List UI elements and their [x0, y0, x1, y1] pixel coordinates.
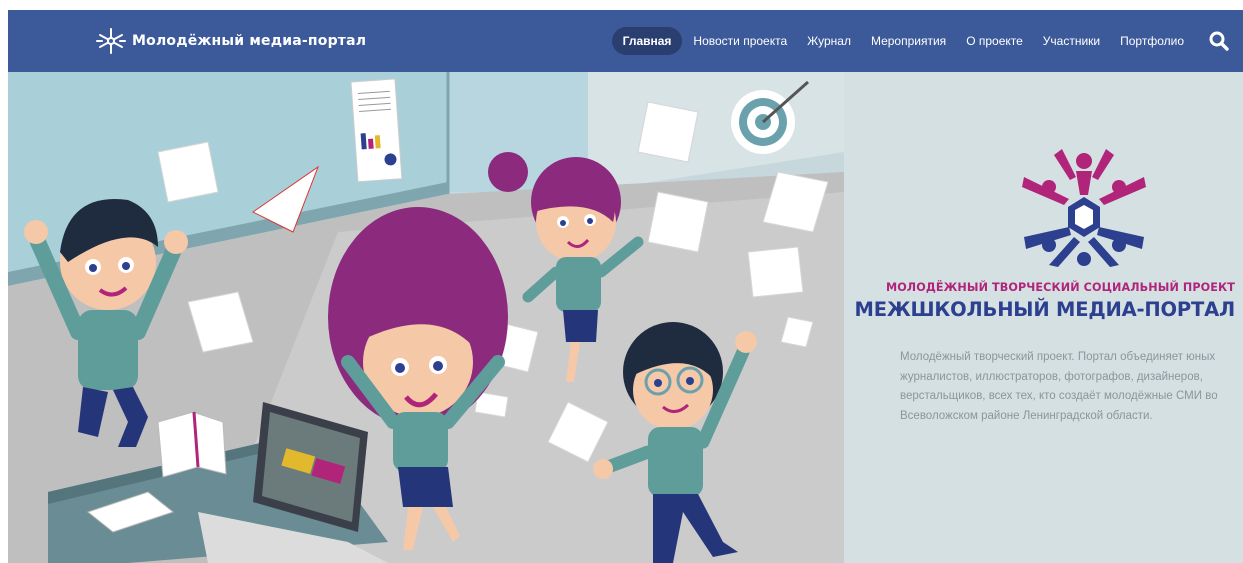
- chart-poster: [350, 78, 403, 183]
- main-menu: Главная Новости проекта Журнал Мероприят…: [610, 26, 1193, 56]
- menu-item-about[interactable]: О проекте: [957, 28, 1032, 54]
- menu-item-participants[interactable]: Участники: [1034, 28, 1109, 54]
- brand-logo-link[interactable]: Молодёжный медиа-портал: [96, 27, 366, 55]
- hero-banner: МОЛОДЁЖНЫЙ ТВОРЧЕСКИЙ СОЦИАЛЬНЫЙ ПРОЕКТ …: [8, 72, 1243, 563]
- office-illustration: [8, 72, 844, 563]
- project-title: МЕЖШКОЛЬНЫЙ МЕДИА-ПОРТАЛ: [854, 298, 1236, 321]
- menu-item-events[interactable]: Мероприятия: [862, 28, 955, 54]
- page: Молодёжный медиа-портал Главная Новости …: [0, 0, 1243, 563]
- menu-item-home[interactable]: Главная: [611, 27, 683, 55]
- menu-item-project-news[interactable]: Новости проекта: [684, 28, 796, 54]
- brand-name: Молодёжный медиа-портал: [132, 33, 367, 49]
- top-navbar: Молодёжный медиа-портал Главная Новости …: [8, 10, 1243, 72]
- menu-item-portfolio[interactable]: Портфолио: [1111, 28, 1193, 54]
- project-description: Молодёжный творческий проект. Портал объ…: [900, 351, 1218, 422]
- search-icon[interactable]: [1209, 31, 1229, 51]
- snowflake-logo-icon: [96, 28, 126, 54]
- menu-item-journal[interactable]: Журнал: [798, 28, 860, 54]
- project-tagline: МОЛОДЁЖНЫЙ ТВОРЧЕСКИЙ СОЦИАЛЬНЫЙ ПРОЕКТ: [885, 281, 1235, 294]
- project-info-panel: МОЛОДЁЖНЫЙ ТВОРЧЕСКИЙ СОЦИАЛЬНЫЙ ПРОЕКТ …: [844, 72, 1243, 563]
- project-emblem-icon: [1022, 149, 1146, 267]
- open-book: [157, 411, 227, 478]
